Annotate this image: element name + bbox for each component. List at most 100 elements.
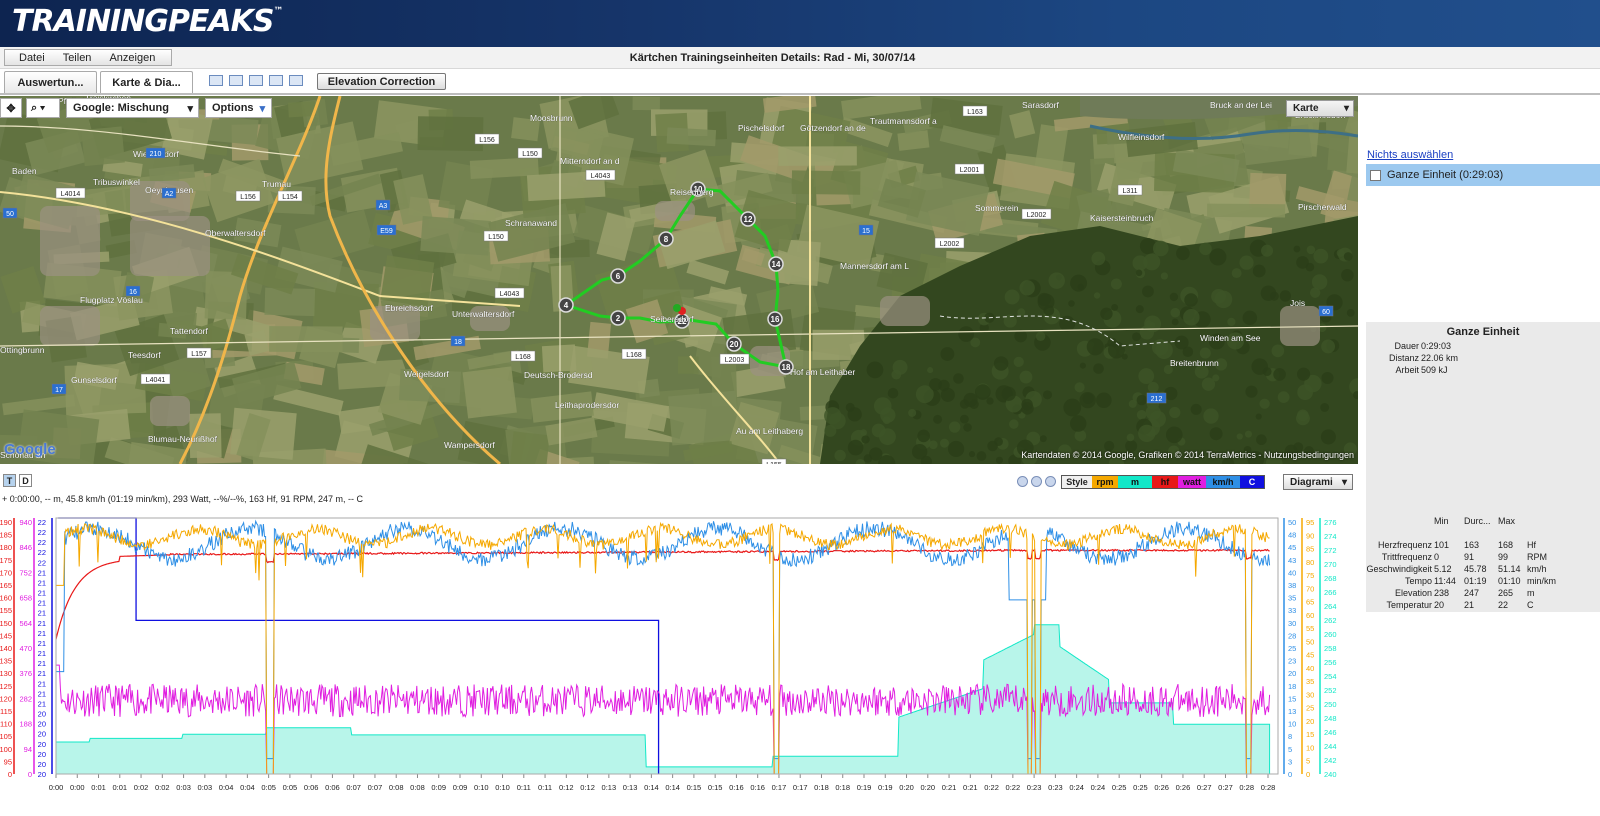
svg-text:6: 6 bbox=[616, 272, 621, 281]
svg-text:L311: L311 bbox=[1122, 188, 1137, 195]
layout-1-icon[interactable] bbox=[209, 75, 223, 86]
map-tree bbox=[1306, 245, 1316, 255]
channel-toggle-5[interactable]: C bbox=[1240, 476, 1264, 488]
summary-key: Arbeit bbox=[1395, 365, 1419, 375]
y-tick-label: 940 bbox=[19, 518, 32, 527]
channel-toggle-2[interactable]: hf bbox=[1152, 476, 1178, 488]
y-tick-label: 21 bbox=[38, 669, 46, 678]
map-tree bbox=[892, 359, 908, 375]
road-shield: L168 bbox=[510, 350, 536, 362]
map-tree bbox=[1201, 377, 1216, 391]
y-tick-label: 3 bbox=[1288, 757, 1292, 766]
map-tree bbox=[1107, 341, 1126, 359]
y-tick-label: 130 bbox=[0, 669, 12, 678]
map-view[interactable]: 246810121416182022TraiskirchenPfaffstätt… bbox=[0, 96, 1358, 464]
y-tick-label: 180 bbox=[0, 543, 12, 552]
place-label: Trautmannsdorf a bbox=[870, 116, 937, 126]
map-tree bbox=[882, 416, 891, 425]
stats-cell: 247 bbox=[1464, 588, 1480, 598]
diagram-select[interactable]: Diagrami ▾ bbox=[1283, 474, 1353, 490]
last-icon[interactable] bbox=[1045, 476, 1056, 487]
map-tree bbox=[1093, 292, 1101, 299]
y-tick-label: 260 bbox=[1324, 630, 1337, 639]
x-tick-label: 0:19 bbox=[878, 783, 893, 792]
stats-cell: 101 bbox=[1434, 540, 1450, 550]
layout-2-icon[interactable] bbox=[229, 75, 243, 86]
place-label: Schranawand bbox=[505, 218, 557, 228]
map-tree bbox=[908, 408, 917, 417]
deselect-link[interactable]: Nichts auswählen bbox=[1367, 149, 1453, 161]
stats-cell: 01:10 bbox=[1498, 576, 1521, 586]
map-town bbox=[40, 306, 100, 346]
play-icon[interactable] bbox=[1031, 476, 1042, 487]
map-tree bbox=[1100, 307, 1113, 320]
distance-axis-button[interactable]: D bbox=[19, 474, 32, 487]
y-tick-label: 242 bbox=[1324, 756, 1337, 765]
map-tree bbox=[940, 387, 955, 402]
road-shield: L156 bbox=[474, 133, 500, 145]
channel-toggle-4[interactable]: km/h bbox=[1206, 476, 1240, 488]
map-copyright[interactable]: Kartendaten © 2014 Google, Grafiken © 20… bbox=[1021, 450, 1354, 460]
map-options-button[interactable]: Options ▾ bbox=[205, 98, 272, 118]
channel-toggle-3[interactable]: watt bbox=[1178, 476, 1206, 488]
first-icon[interactable] bbox=[1017, 476, 1028, 487]
chart-canvas[interactable]: 1901851801751701651601551501451401351301… bbox=[0, 512, 1358, 802]
map-type-select[interactable]: Google: Mischung ▾ bbox=[66, 98, 199, 118]
map-tree bbox=[1136, 410, 1147, 420]
map-tree bbox=[1136, 394, 1147, 406]
workout-checkbox[interactable] bbox=[1370, 169, 1381, 181]
x-tick-label: 0:08 bbox=[389, 783, 404, 792]
y-tick-label: 188 bbox=[19, 720, 32, 729]
svg-text:212: 212 bbox=[1151, 396, 1163, 403]
y-tick-label: 160 bbox=[0, 594, 12, 603]
stats-cell: 45.78 bbox=[1464, 564, 1487, 574]
channel-toggle-0[interactable]: rpm bbox=[1092, 476, 1118, 488]
svg-text:4: 4 bbox=[564, 301, 569, 310]
road-shield: 18 bbox=[450, 335, 466, 347]
pan-icon[interactable]: ✥ bbox=[0, 98, 22, 118]
map-tree bbox=[1183, 309, 1200, 326]
summary-value: 509 kJ bbox=[1421, 365, 1448, 375]
stats-cell: C bbox=[1527, 600, 1534, 610]
svg-text:18: 18 bbox=[454, 339, 462, 346]
layout-3-icon[interactable] bbox=[249, 75, 263, 86]
x-tick-label: 0:23 bbox=[1027, 783, 1042, 792]
svg-text:E59: E59 bbox=[380, 228, 393, 235]
layout-5-icon[interactable] bbox=[289, 75, 303, 86]
road-shield: L4041 bbox=[140, 373, 171, 385]
map-tree bbox=[1199, 242, 1212, 256]
map-tree bbox=[1256, 434, 1267, 446]
map-town bbox=[150, 396, 190, 426]
map-tree bbox=[939, 438, 949, 448]
svg-text:L168: L168 bbox=[626, 352, 642, 359]
app-logo[interactable]: TRAININGPEAKS™ bbox=[12, 4, 284, 39]
karte-layer-select[interactable]: Karte ▾ bbox=[1286, 100, 1354, 117]
map-tree bbox=[1079, 362, 1086, 369]
map-tree bbox=[927, 367, 934, 374]
layout-4-icon[interactable] bbox=[269, 75, 283, 86]
map-tree bbox=[1309, 287, 1321, 298]
stats-cell: 168 bbox=[1498, 540, 1514, 550]
map-tree bbox=[1199, 347, 1211, 359]
workout-list-item[interactable]: Ganze Einheit (0:29:03) bbox=[1366, 164, 1600, 186]
tab-karte-diagramm[interactable]: Karte & Dia... bbox=[100, 71, 193, 93]
zoom-icon[interactable]: ⌕ ▾ bbox=[26, 98, 60, 118]
channel-toggle-1[interactable]: m bbox=[1118, 476, 1152, 488]
place-label: Götzendorf an de bbox=[800, 123, 866, 133]
map-tree bbox=[1042, 390, 1053, 400]
elevation-correction-button[interactable]: Elevation Correction bbox=[317, 73, 446, 90]
stats-cell: 91 bbox=[1464, 552, 1475, 562]
map-tree bbox=[1341, 268, 1354, 282]
svg-text:12: 12 bbox=[744, 215, 753, 224]
map-canvas[interactable]: 246810121416182022TraiskirchenPfaffstätt… bbox=[0, 96, 1358, 464]
map-tree bbox=[1069, 415, 1087, 432]
time-axis-button[interactable]: T bbox=[3, 474, 16, 487]
y-tick-label: 274 bbox=[1324, 532, 1337, 541]
tab-auswertung[interactable]: Auswertun... bbox=[4, 71, 97, 93]
svg-text:L168: L168 bbox=[515, 354, 531, 361]
map-field bbox=[778, 146, 857, 166]
chevron-down-icon: ▾ bbox=[187, 102, 193, 115]
style-button[interactable]: Style bbox=[1062, 476, 1092, 488]
map-tree bbox=[959, 399, 970, 409]
road-shield: L150 bbox=[517, 147, 543, 159]
